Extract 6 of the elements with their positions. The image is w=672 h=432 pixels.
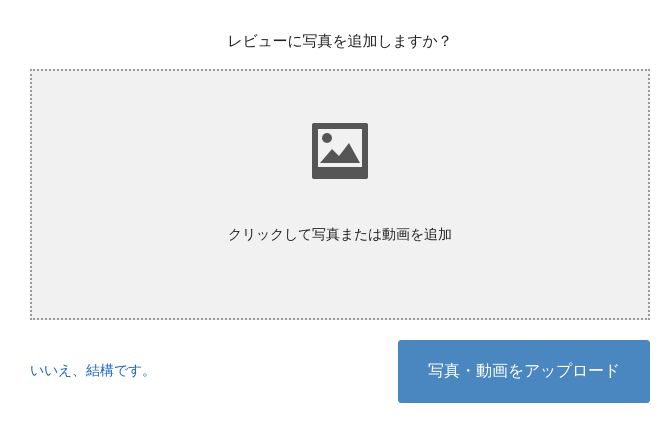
upload-dropzone[interactable]: クリックして写真または動画を追加 bbox=[30, 68, 650, 320]
dialog-title: レビューに写真を追加しますか？ bbox=[226, 31, 454, 52]
image-icon bbox=[312, 122, 368, 178]
upload-button[interactable]: 写真・動画をアップロード bbox=[398, 340, 650, 402]
dropzone-label: クリックして写真または動画を追加 bbox=[228, 226, 452, 244]
decline-link[interactable]: いいえ、結構です。 bbox=[30, 360, 156, 382]
